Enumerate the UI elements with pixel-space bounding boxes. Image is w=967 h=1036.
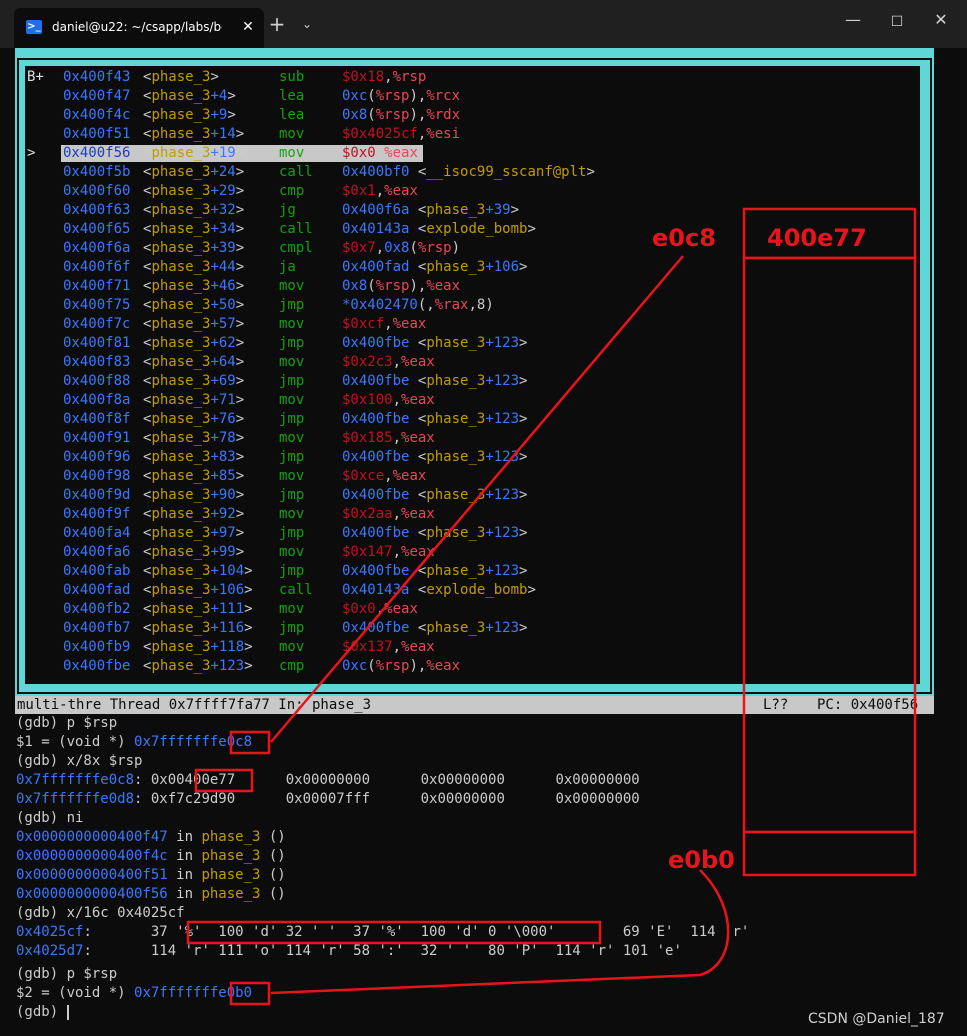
annotation-rsp-before: e0c8 xyxy=(652,224,716,252)
highlight-rsp-2 xyxy=(229,981,271,1006)
annotation-rsp-after: e0b0 xyxy=(668,846,735,874)
arrow-rsp-after xyxy=(270,869,730,995)
arrow-rsp-before xyxy=(270,255,684,743)
annotation-stack-value: 400e77 xyxy=(767,224,867,252)
highlight-rsp-1 xyxy=(229,730,271,755)
highlight-format-string xyxy=(186,920,602,945)
annotation-overlay xyxy=(186,207,917,1006)
highlight-stack-word xyxy=(194,768,254,793)
stack-frame-box xyxy=(742,256,917,834)
watermark: CSDN @Daniel_187 xyxy=(808,1011,945,1027)
stack-bottom-box xyxy=(742,830,917,877)
